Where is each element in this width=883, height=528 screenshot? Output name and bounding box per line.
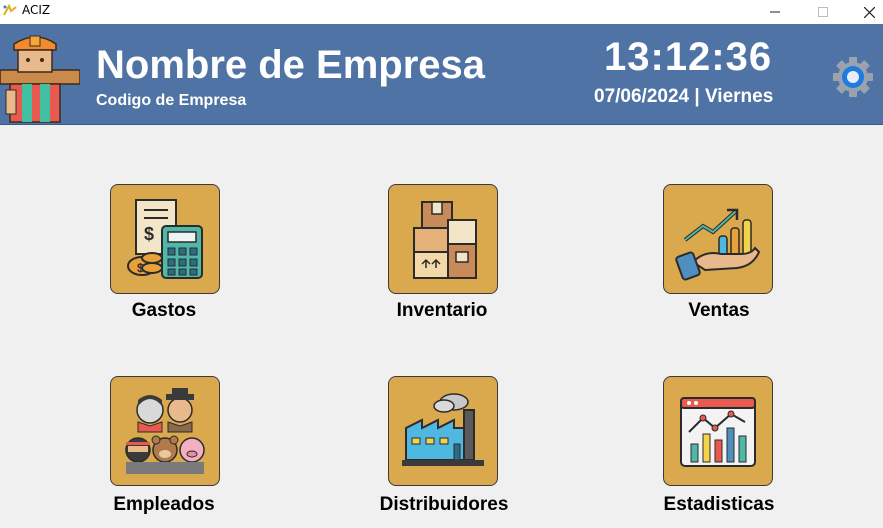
factory-icon: [402, 393, 484, 466]
svg-text:$: $: [137, 261, 144, 275]
maximize-icon: [818, 7, 828, 17]
employees-group-icon: [125, 388, 205, 474]
maximize-button[interactable]: [800, 0, 846, 24]
minimize-icon: [770, 11, 780, 13]
expenses-calculator-icon: $ $: [127, 199, 203, 279]
minimize-button[interactable]: [752, 0, 798, 24]
app-icon: [3, 3, 17, 16]
distribuidores-button[interactable]: [388, 376, 498, 486]
estadisticas-button[interactable]: [663, 376, 773, 486]
close-button[interactable]: [846, 0, 883, 24]
statistics-dashboard-icon: [680, 397, 756, 467]
empleados-label: Empleados: [113, 494, 215, 515]
close-icon: [863, 6, 875, 18]
ventas-label: Ventas: [688, 300, 750, 321]
ventas-button[interactable]: [663, 184, 773, 294]
company-name: Nombre de Empresa: [96, 43, 486, 87]
construction-worker-logo-icon: [0, 35, 80, 123]
clock-time: 13:12:36: [604, 35, 773, 79]
inventario-label: Inventario: [396, 300, 488, 321]
estadisticas-label: Estadisticas: [663, 494, 775, 515]
company-code: Codigo de Empresa: [96, 92, 247, 109]
sales-growth-hand-icon: [675, 208, 761, 281]
window-title: ACIZ: [22, 3, 51, 17]
inventario-button[interactable]: [388, 184, 498, 294]
settings-gear-icon[interactable]: [832, 56, 874, 98]
empleados-button[interactable]: [110, 376, 220, 486]
svg-text:$: $: [144, 224, 154, 244]
distribuidores-label: Distribuidores: [379, 494, 509, 515]
clock-date: 07/06/2024 | Viernes: [594, 86, 774, 107]
inventory-boxes-icon: [413, 201, 477, 279]
app-header: Nombre de Empresa Codigo de Empresa 13:1…: [0, 24, 883, 125]
window-titlebar: ACIZ: [0, 0, 883, 24]
gastos-label: Gastos: [131, 300, 197, 321]
gastos-button[interactable]: $ $: [110, 184, 220, 294]
